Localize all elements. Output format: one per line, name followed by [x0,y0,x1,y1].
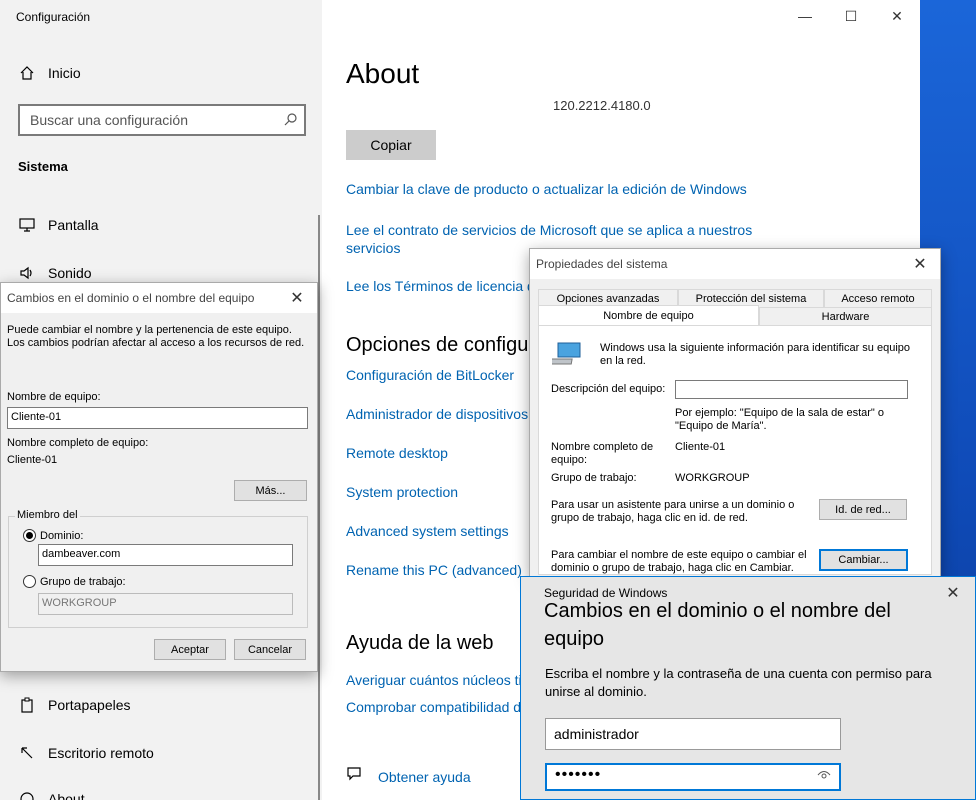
radio-unselected-icon [23,575,36,588]
password-value: ••••••• [555,766,602,783]
sidebar-item-label: Pantalla [48,217,99,233]
computer-name-label: Nombre de equipo: [7,391,101,403]
sidebar-item-label: Inicio [48,65,81,81]
system-properties-dialog: Propiedades del sistema ✕ Opciones avanz… [529,248,941,578]
full-name-value: Cliente-01 [675,441,726,453]
network-id-button[interactable]: Id. de red... [819,499,907,520]
clipboard-icon [18,696,36,714]
link-advanced-system-settings[interactable]: Advanced system settings [346,523,509,539]
sidebar-item-label: Sonido [48,265,92,281]
link-rename-pc[interactable]: Rename this PC (advanced) [346,562,522,578]
computer-name-input[interactable]: Cliente-01 [7,407,308,429]
rename-text: Para cambiar el nombre de este equipo o … [551,549,807,574]
change-button[interactable]: Cambiar... [819,549,908,571]
speaker-icon [18,264,36,282]
link-get-help[interactable]: Obtener ayuda [378,769,471,785]
link-license-terms[interactable]: Lee los Términos de licencia de [346,278,543,294]
sidebar-item-portapapeles[interactable]: Portapapeles [18,696,131,714]
help-chat-icon [346,766,366,787]
dialog-titlebar: Propiedades del sistema ✕ [530,249,940,279]
sidebar-section-title: Sistema [18,159,68,174]
full-name-label: Nombre completo de equipo: [7,437,149,449]
link-system-protection[interactable]: System protection [346,484,458,500]
workgroup-radio-label: Grupo de trabajo: [40,575,126,588]
domain-radio[interactable]: Dominio: [23,529,83,542]
winsec-heading: Cambios en el dominio o el nombre del eq… [544,600,891,650]
version-text: 120.2212.4180.0 [553,98,651,113]
link-remote-desktop[interactable]: Remote desktop [346,445,448,461]
sidebar-item-pantalla[interactable]: Pantalla [18,216,99,234]
username-input[interactable]: administrador [545,718,841,750]
description-example: Por ejemplo: "Equipo de la sala de estar… [675,407,884,432]
full-name-label: Nombre completo de equipo: [551,441,654,466]
domain-input[interactable]: dambeaver.com [38,544,293,566]
tab-remote-access[interactable]: Acceso remoto [824,289,932,307]
close-icon[interactable]: ✕ [908,254,932,274]
password-input[interactable]: ••••••• [545,763,841,791]
link-compatibility[interactable]: Comprobar compatibilidad d [346,699,521,715]
search-icon [284,112,298,129]
full-name-value: Cliente-01 [7,454,58,466]
sidebar-item-label: Portapapeles [48,697,131,713]
description-input[interactable] [675,380,908,399]
home-icon [18,64,36,82]
remote-desktop-icon [18,744,36,762]
link-bitlocker[interactable]: Configuración de BitLocker [346,367,514,383]
close-icon[interactable]: ✕ [941,583,965,603]
search-placeholder: Buscar una configuración [30,112,188,128]
dialog-titlebar: Cambios en el dominio o el nombre del eq… [1,283,317,313]
sidebar-item-label: About [48,791,85,800]
identify-info: Windows usa la siguiente información par… [600,342,911,367]
ok-button[interactable]: Aceptar [154,639,226,660]
member-of-label: Miembro del [15,509,80,521]
domain-radio-label: Dominio: [40,529,84,542]
dialog-title: Cambios en el dominio o el nombre del eq… [7,291,255,305]
web-help-heading: Ayuda de la web [346,632,494,654]
dialog-title: Propiedades del sistema [536,257,668,271]
link-change-product-key[interactable]: Cambiar la clave de producto o actualiza… [346,181,747,197]
reveal-password-icon[interactable] [817,767,831,783]
sidebar-scrollbar[interactable] [318,215,320,800]
monitor-icon [18,216,36,234]
link-device-manager[interactable]: Administrador de dispositivos [346,406,528,422]
info-icon [18,790,36,800]
workgroup-radio[interactable]: Grupo de trabajo: [23,575,126,588]
tab-hardware[interactable]: Hardware [759,307,932,325]
sidebar-item-home[interactable]: Inicio [18,64,81,82]
description-label: Descripción del equipo: [551,383,666,395]
workgroup-label: Grupo de trabajo: [551,472,637,484]
domain-change-dialog: Cambios en el dominio o el nombre del eq… [0,282,318,672]
tab-computer-name[interactable]: Nombre de equipo [538,305,759,325]
workgroup-input: WORKGROUP [38,593,293,615]
windows-security-dialog: Seguridad de Windows ✕ Cambios en el dom… [520,576,976,800]
sidebar-item-label: Escritorio remoto [48,745,154,761]
get-help[interactable]: Obtener ayuda [346,766,471,787]
workgroup-value: WORKGROUP [675,472,750,484]
cancel-button[interactable]: Cancelar [234,639,306,660]
search-input[interactable]: Buscar una configuración [18,104,306,136]
dialog-intro: Puede cambiar el nombre y la pertenencia… [7,324,305,349]
computer-icon [548,337,584,372]
radio-selected-icon [23,529,36,542]
sidebar-item-about[interactable]: About [18,790,85,800]
network-id-text: Para usar un asistente para unirse a un … [551,499,795,524]
close-icon[interactable]: ✕ [285,288,309,308]
related-settings-heading: Opciones de configu [346,334,529,356]
winsec-description: Escriba el nombre y la contraseña de una… [545,666,932,699]
page-title: About [346,58,420,89]
sidebar-item-escritorio-remoto[interactable]: Escritorio remoto [18,744,154,762]
copy-button[interactable]: Copiar [346,130,436,160]
link-cores[interactable]: Averiguar cuántos núcleos ti [346,672,522,688]
sidebar-item-sonido[interactable]: Sonido [18,264,92,282]
window-title: Configuración [16,10,91,24]
more-button[interactable]: Más... [234,480,307,501]
